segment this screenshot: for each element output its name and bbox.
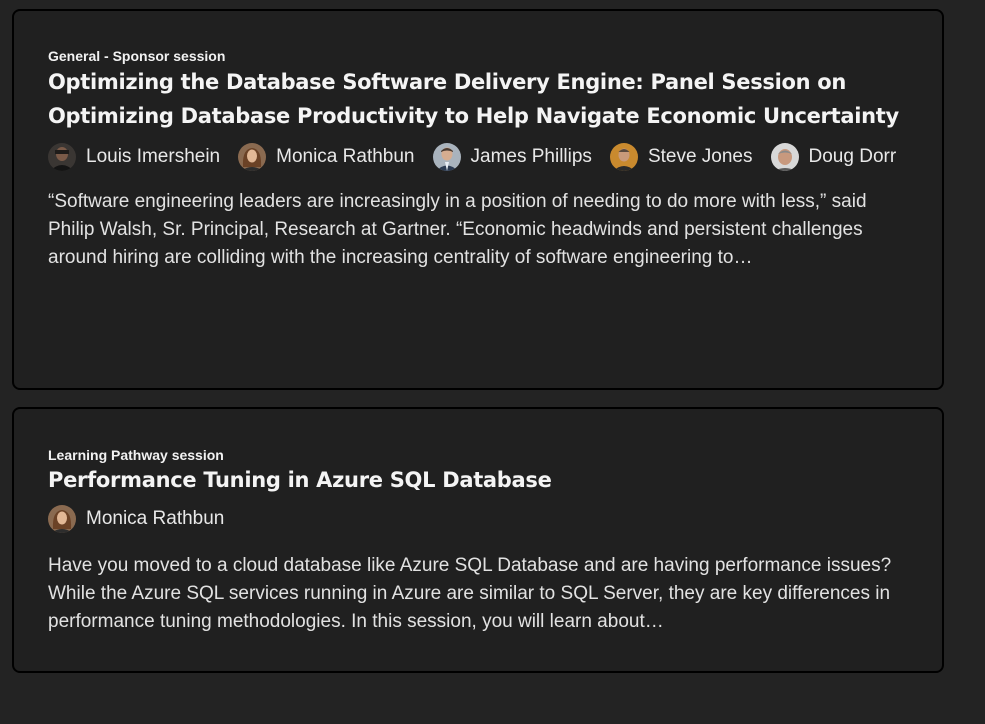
session-category: Learning Pathway session (48, 447, 224, 463)
avatar (48, 505, 76, 533)
speaker-list: Monica Rathbun (48, 497, 908, 541)
session-card[interactable]: Learning Pathway session Performance Tun… (12, 407, 944, 673)
session-card[interactable]: General - Sponsor session Optimizing the… (12, 9, 944, 390)
avatar (48, 142, 76, 171)
speaker-doug-dorr[interactable]: Doug Dorr (770, 133, 897, 180)
speaker-louis-imershein[interactable]: Louis Imershein (48, 133, 220, 180)
avatar (238, 142, 267, 171)
speaker-monica-rathbun[interactable]: Monica Rathbun (48, 497, 224, 541)
speaker-list: Louis Imershein Monica Rathbun James Phi… (48, 133, 908, 180)
session-description: Have you moved to a cloud database like … (48, 555, 892, 632)
speaker-steve-jones[interactable]: Steve Jones (609, 133, 753, 180)
speaker-name: James Phillips (470, 145, 592, 167)
speaker-name: Doug Dorr (808, 145, 897, 167)
avatar (609, 142, 638, 171)
speaker-monica-rathbun[interactable]: Monica Rathbun (238, 133, 415, 180)
avatar (432, 142, 461, 171)
session-description: “Software engineering leaders are increa… (48, 191, 867, 268)
avatar (770, 142, 799, 171)
speaker-name: Steve Jones (647, 145, 753, 167)
speaker-name: Louis Imershein (86, 145, 221, 167)
session-category: General - Sponsor session (48, 48, 226, 64)
session-title[interactable]: Optimizing the Database Software Deliver… (48, 65, 908, 133)
session-title[interactable]: Performance Tuning in Azure SQL Database (48, 463, 908, 497)
speaker-james-phillips[interactable]: James Phillips (432, 133, 592, 180)
speaker-name: Monica Rathbun (86, 508, 225, 529)
speaker-name: Monica Rathbun (276, 145, 415, 167)
